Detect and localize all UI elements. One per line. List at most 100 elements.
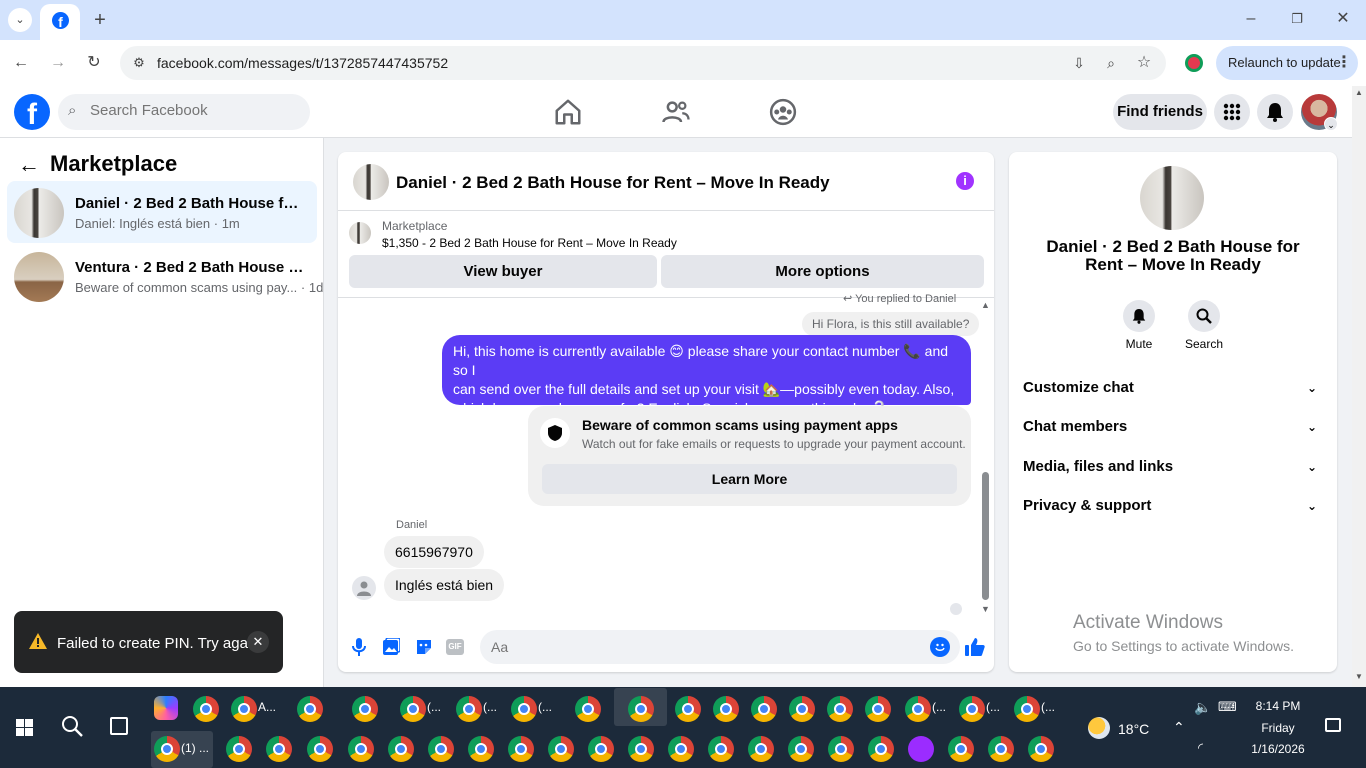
scroll-down-arrow[interactable]: ▼ (1355, 672, 1363, 681)
search-chat-button[interactable] (1188, 300, 1220, 332)
weather-icon[interactable] (1088, 717, 1110, 739)
thumbs-up-icon[interactable] (965, 637, 985, 657)
quoted-message[interactable]: Hi Flora, is this still available? (802, 312, 980, 336)
sent-message[interactable]: Hi, this home is currently available 😊 p… (442, 335, 971, 416)
taskbar-window-label[interactable]: (... (538, 700, 552, 714)
chrome-taskbar-icon[interactable] (400, 696, 426, 722)
chrome-taskbar-icon[interactable] (456, 696, 482, 722)
details-avatar[interactable] (1140, 166, 1204, 230)
site-settings-icon[interactable]: ⚙ (128, 52, 150, 74)
url-text[interactable]: facebook.com/messages/t/1372857447435752 (157, 55, 448, 71)
listing-price[interactable]: $1,350 - 2 Bed 2 Bath House for Rent – M… (382, 236, 677, 250)
chrome-taskbar-icon[interactable] (628, 736, 654, 762)
chrome-taskbar-icon[interactable] (508, 736, 534, 762)
chrome-taskbar-icon[interactable] (668, 736, 694, 762)
view-buyer-button[interactable]: View buyer (349, 255, 657, 288)
message-composer[interactable] (480, 630, 960, 664)
chrome-taskbar-icon[interactable] (905, 696, 931, 722)
scroll-up-arrow[interactable]: ▲ (981, 300, 990, 310)
taskbar-window-label[interactable]: (... (483, 700, 497, 714)
language-icon[interactable]: ⌨ (1218, 699, 1237, 715)
taskbar-window-label[interactable]: A... (258, 700, 276, 714)
menu-dots-icon[interactable]: ⋮ (1333, 52, 1355, 74)
chat-members-row[interactable]: Chat members ⌄ (1023, 409, 1323, 445)
tray-overflow-chevron-icon[interactable]: ⌃ (1173, 719, 1185, 736)
install-app-icon[interactable]: ⇩ (1068, 52, 1090, 74)
browser-tab-facebook[interactable]: f (40, 4, 80, 40)
restore-icon[interactable]: ❐ (1286, 8, 1308, 30)
chrome-taskbar-icon[interactable] (548, 736, 574, 762)
chrome-taskbar-icon[interactable] (154, 736, 180, 762)
chrome-taskbar-icon[interactable] (675, 696, 701, 722)
task-view-icon[interactable] (110, 717, 128, 735)
chrome-taskbar-icon[interactable] (868, 736, 894, 762)
forward-icon[interactable]: → (47, 52, 69, 74)
chrome-taskbar-icon[interactable] (828, 736, 854, 762)
chrome-taskbar-icon[interactable] (226, 736, 252, 762)
chrome-taskbar-icon[interactable] (708, 736, 734, 762)
chrome-taskbar-icon[interactable] (575, 696, 601, 722)
chrome-taskbar-icon[interactable] (588, 736, 614, 762)
more-options-button[interactable]: More options (661, 255, 984, 288)
chrome-taskbar-icon[interactable] (751, 696, 777, 722)
profile-extension-icon[interactable] (1185, 54, 1203, 72)
received-message[interactable]: 6615967970 (384, 536, 484, 568)
chrome-taskbar-icon[interactable] (348, 736, 374, 762)
chrome-taskbar-icon[interactable] (352, 696, 378, 722)
chrome-taskbar-icon[interactable] (231, 696, 257, 722)
volume-icon[interactable]: 🔈 (1194, 699, 1211, 716)
page-scrollbar[interactable]: ▲ ▼ (1352, 86, 1366, 687)
chrome-taskbar-icon[interactable] (827, 696, 853, 722)
search-input[interactable] (90, 102, 300, 119)
friends-icon[interactable] (661, 97, 691, 127)
chrome-taskbar-icon[interactable] (628, 696, 654, 722)
wifi-icon[interactable]: ◜ (1198, 740, 1203, 756)
sticker-icon[interactable] (415, 638, 433, 656)
clock-time[interactable]: 8:14 PM (1248, 699, 1308, 713)
home-icon[interactable] (553, 97, 583, 127)
zoom-icon[interactable]: ⌕ (1100, 52, 1122, 74)
omnibox[interactable]: ⚙ facebook.com/messages/t/13728574474357… (120, 46, 1166, 80)
taskbar-window-label[interactable]: (... (1041, 700, 1055, 714)
chat-avatar[interactable] (353, 164, 389, 200)
conversation-item-ventura[interactable]: Ventura · 2 Bed 2 Bath House for R... Be… (7, 245, 323, 307)
photo-icon[interactable] (383, 638, 400, 655)
microphone-icon[interactable] (352, 638, 366, 656)
scroll-up-arrow[interactable]: ▲ (1355, 88, 1363, 97)
chrome-taskbar-icon[interactable] (713, 696, 739, 722)
account-chevron-icon[interactable]: ⌄ (1324, 117, 1338, 131)
clock-date[interactable]: 1/16/2026 (1248, 742, 1308, 756)
chrome-taskbar-icon[interactable] (193, 696, 219, 722)
back-arrow-icon[interactable]: ← (18, 152, 40, 178)
chrome-taskbar-icon[interactable] (1014, 696, 1040, 722)
find-friends-button[interactable]: Find friends (1113, 94, 1207, 130)
menu-button[interactable] (1214, 94, 1250, 130)
chrome-taskbar-icon[interactable] (428, 736, 454, 762)
new-tab-icon[interactable]: + (89, 9, 111, 31)
message-scrollbar-thumb[interactable] (982, 472, 989, 600)
minimize-icon[interactable]: – (1240, 8, 1262, 30)
chrome-taskbar-icon[interactable] (788, 736, 814, 762)
taskbar-window-label[interactable]: (... (932, 700, 946, 714)
back-icon[interactable]: ← (10, 52, 32, 74)
weather-temperature[interactable]: 18°C (1118, 721, 1149, 737)
notifications-button[interactable] (1257, 94, 1293, 130)
sender-avatar[interactable] (352, 576, 376, 600)
chat-title[interactable]: Daniel · 2 Bed 2 Bath House for Rent – M… (396, 173, 830, 193)
taskbar-window-label[interactable]: (... (427, 700, 441, 714)
search-icon[interactable] (61, 715, 83, 737)
chrome-taskbar-icon[interactable] (297, 696, 323, 722)
customize-chat-row[interactable]: Customize chat ⌄ (1023, 370, 1323, 406)
chrome-taskbar-icon[interactable] (959, 696, 985, 722)
chrome-taskbar-icon[interactable] (865, 696, 891, 722)
close-window-icon[interactable]: ✕ (1332, 8, 1354, 30)
media-files-links-row[interactable]: Media, files and links ⌄ (1023, 449, 1323, 485)
emoji-icon[interactable] (930, 637, 950, 657)
chrome-taskbar-icon[interactable] (388, 736, 414, 762)
notifications-center-icon[interactable] (1325, 718, 1341, 732)
chrome-taskbar-icon[interactable] (988, 736, 1014, 762)
chrome-taskbar-icon[interactable] (307, 736, 333, 762)
chrome-taskbar-icon[interactable] (511, 696, 537, 722)
toast-close-button[interactable]: ✕ (247, 631, 269, 653)
taskbar-window-label[interactable]: (1) ... (181, 741, 209, 755)
